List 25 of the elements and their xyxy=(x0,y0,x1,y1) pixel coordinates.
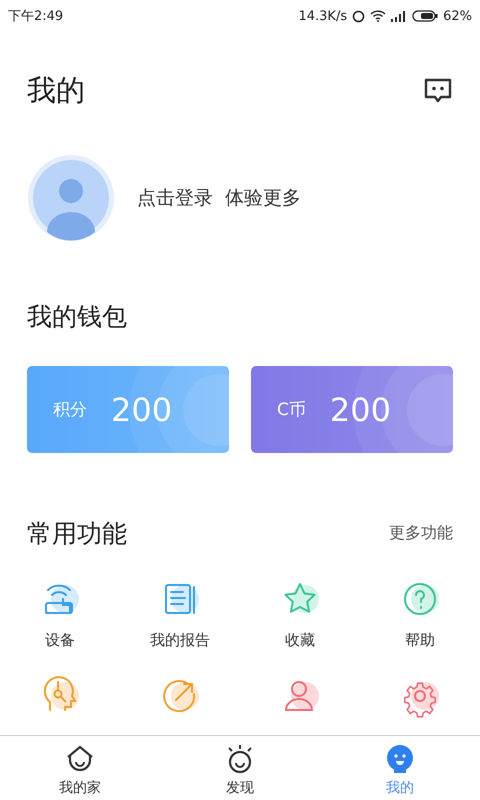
sync-icon xyxy=(352,10,366,22)
feature-label[interactable]: 帮助 xyxy=(405,631,435,650)
network-speed: 14.3K/s xyxy=(298,8,348,24)
wifi-icon xyxy=(370,10,386,22)
page-title: 我的 xyxy=(27,72,85,109)
wallet-label: C币 xyxy=(277,399,306,421)
message-icon[interactable] xyxy=(423,77,453,105)
wallet-label: 积分 xyxy=(53,399,87,421)
feature-label[interactable]: 收藏 xyxy=(285,631,315,650)
section-title: 常用功能 xyxy=(27,518,127,550)
smiley-head-icon xyxy=(384,743,416,775)
signal-icon xyxy=(391,10,408,22)
more-features-link[interactable]: 更多功能 xyxy=(389,522,453,544)
battery-percent: 62% xyxy=(443,8,472,24)
feature-label[interactable]: 我的报告 xyxy=(150,631,210,650)
battery-icon xyxy=(412,10,438,22)
section-title: 我的钱包 xyxy=(27,300,127,332)
wallet-value: 200 xyxy=(111,390,172,428)
tab[interactable]: 发现 xyxy=(160,736,320,800)
wallet-card[interactable]: C币 200 xyxy=(251,366,453,453)
wallet-value: 200 xyxy=(330,390,391,428)
status-time: 下午2:49 xyxy=(8,8,64,25)
tab[interactable]: 我的家 xyxy=(0,736,160,800)
feature-label[interactable]: 设备 xyxy=(45,631,75,650)
login-prompt[interactable]: 点击登录 体验更多 xyxy=(137,185,302,211)
